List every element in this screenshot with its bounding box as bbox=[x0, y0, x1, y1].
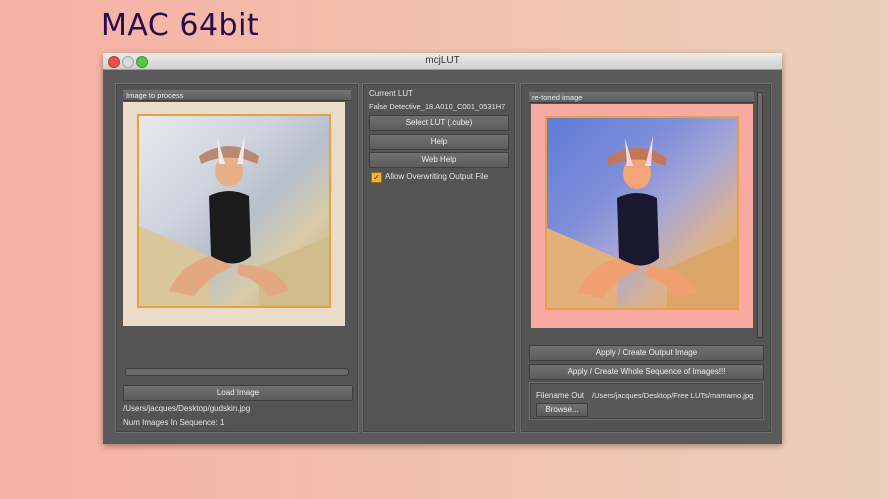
help-button[interactable]: Help bbox=[369, 134, 509, 150]
retoned-image bbox=[545, 116, 739, 310]
source-image-figure bbox=[139, 134, 329, 306]
output-image-panel: re-toned image Apply / Create Output Ima… bbox=[520, 83, 772, 433]
apply-sequence-button[interactable]: Apply / Create Whole Sequence of Images!… bbox=[529, 364, 764, 380]
retoned-image-canvas[interactable] bbox=[531, 104, 753, 328]
current-lut-label: Current LUT bbox=[369, 89, 414, 98]
apply-output-button[interactable]: Apply / Create Output Image bbox=[529, 345, 764, 361]
filename-out-group: Filename Out /Users/jacques/Desktop/Free… bbox=[529, 382, 764, 420]
allow-overwrite-label: Allow Overwriting Output File bbox=[385, 172, 489, 181]
source-image bbox=[137, 114, 331, 308]
sequence-count: Num Images In Sequence: 1 bbox=[123, 418, 225, 427]
source-image-canvas[interactable] bbox=[123, 102, 345, 326]
retoned-image-figure bbox=[547, 136, 737, 308]
title-bar[interactable]: mcjLUT bbox=[103, 53, 782, 70]
source-image-panel: Image to process Load Image /Users/jacqu… bbox=[115, 83, 359, 433]
current-lut-value: False Detective_18.A010_C001_0531H7 bbox=[369, 102, 506, 111]
platform-banner: MAC 64bit bbox=[101, 8, 260, 43]
browse-button[interactable]: Browse... bbox=[536, 403, 588, 417]
lut-controls-panel: Current LUT False Detective_18.A010_C001… bbox=[362, 83, 516, 433]
load-image-button[interactable]: Load Image bbox=[123, 385, 353, 401]
retoned-image-header: re-toned image bbox=[529, 92, 754, 103]
filename-out-label: Filename Out bbox=[536, 391, 585, 400]
web-help-button[interactable]: Web Help bbox=[369, 152, 509, 168]
source-file-path: /Users/jacques/Desktop/gudskin.jpg bbox=[123, 404, 251, 413]
app-window: mcjLUT Image to process Load Image /User… bbox=[103, 53, 782, 444]
filename-out-value: /Users/jacques/Desktop/Free LUTs/mamamo.… bbox=[592, 391, 754, 400]
source-image-header: Image to process bbox=[123, 90, 351, 101]
select-lut-button[interactable]: Select LUT (.cube) bbox=[369, 115, 509, 131]
allow-overwrite-checkbox[interactable]: ✓ bbox=[371, 172, 382, 183]
window-title: mcjLUT bbox=[425, 55, 460, 66]
retoned-vertical-scrollbar[interactable] bbox=[757, 92, 763, 338]
source-horizontal-scrollbar[interactable] bbox=[125, 368, 349, 376]
